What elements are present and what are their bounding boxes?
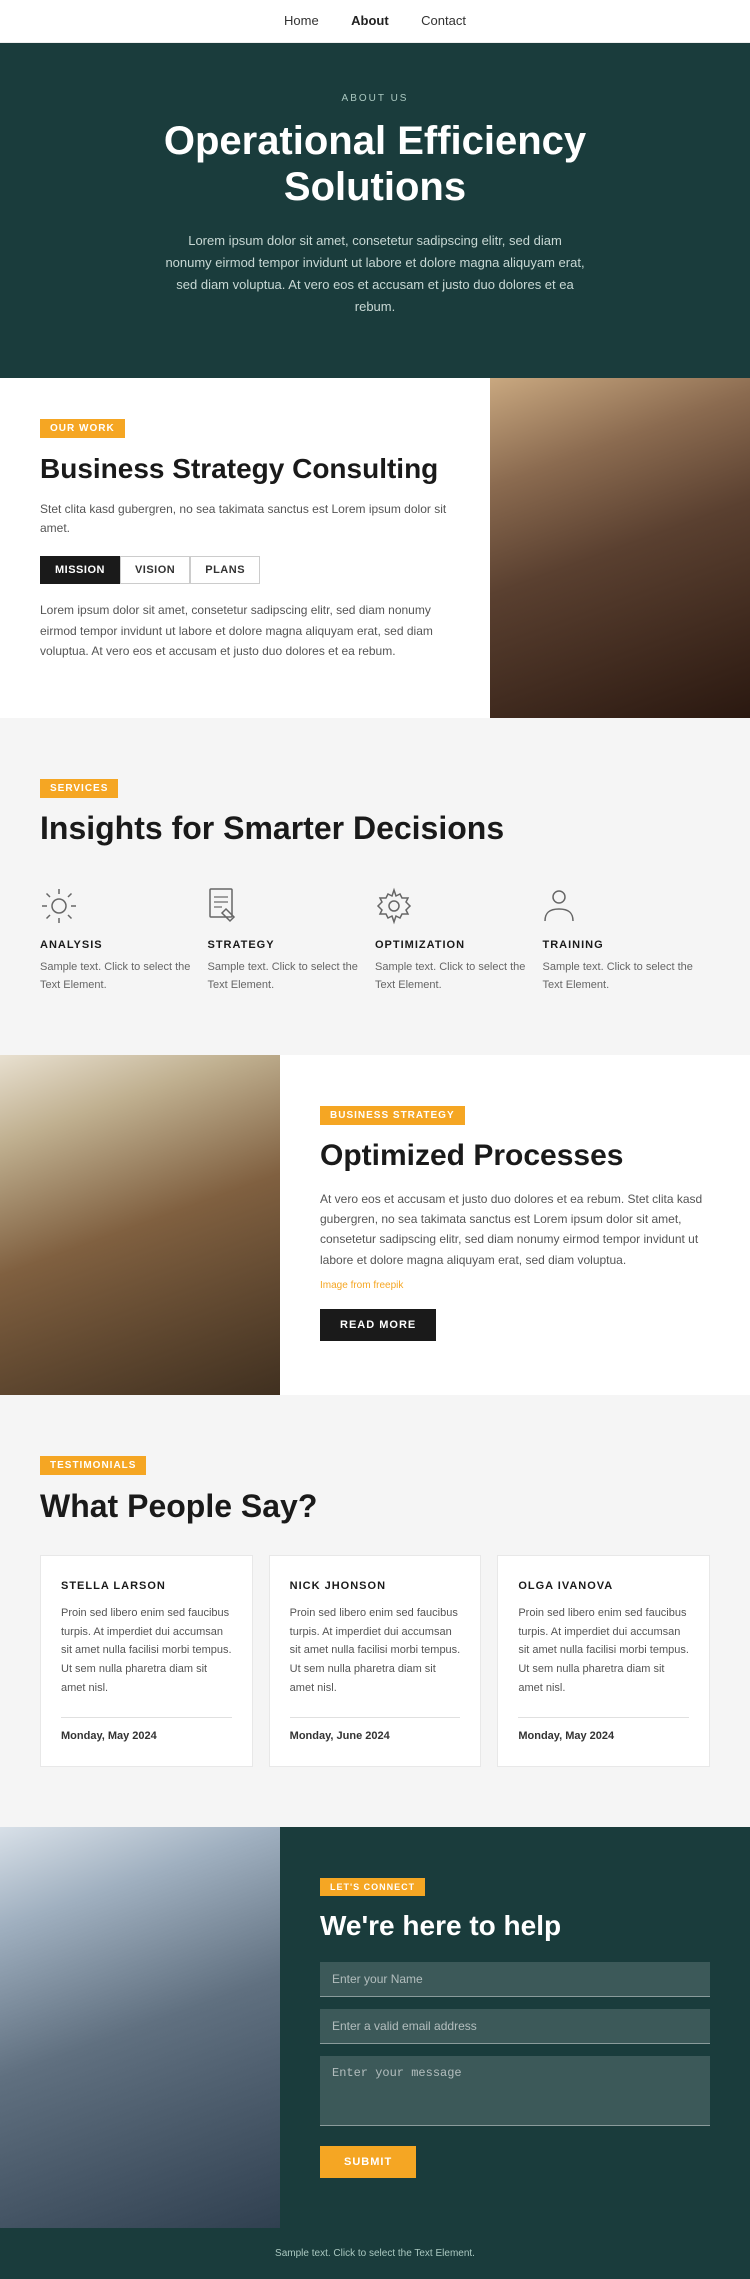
- services-section: SERVICES Insights for Smarter Decisions …: [0, 718, 750, 1054]
- services-title: Insights for Smarter Decisions: [40, 810, 710, 847]
- analysis-label: ANALYSIS: [40, 939, 198, 951]
- our-work-content: OUR WORK Business Strategy Consulting St…: [0, 378, 490, 718]
- testimonial-3-name: OLGA IVANOVA: [518, 1580, 689, 1592]
- lets-connect-badge: LET'S CONNECT: [320, 1878, 425, 1896]
- biz-content: BUSINESS STRATEGY Optimized Processes At…: [280, 1055, 750, 1395]
- submit-button[interactable]: SUBMIT: [320, 2146, 416, 2178]
- testimonials-title: What People Say?: [40, 1487, 710, 1525]
- service-strategy: STRATEGY Sample text. Click to select th…: [208, 887, 376, 994]
- testimonial-2-name: NICK JHONSON: [290, 1580, 461, 1592]
- service-optimization: OPTIMIZATION Sample text. Click to selec…: [375, 887, 543, 994]
- read-more-button[interactable]: READ MORE: [320, 1309, 436, 1341]
- our-work-image: [490, 378, 750, 718]
- hero-section: ABOUT US Operational Efficiency Solution…: [0, 43, 750, 378]
- person-icon: [543, 887, 583, 927]
- our-work-title: Business Strategy Consulting: [40, 452, 460, 486]
- email-input[interactable]: [320, 2009, 710, 2044]
- services-grid: ANALYSIS Sample text. Click to select th…: [40, 887, 710, 994]
- testimonial-1-name: STELLA LARSON: [61, 1580, 232, 1592]
- nav-contact[interactable]: Contact: [421, 13, 466, 28]
- optimization-label: OPTIMIZATION: [375, 939, 533, 951]
- name-input[interactable]: [320, 1962, 710, 1997]
- testimonial-3-text: Proin sed libero enim sed faucibus turpi…: [518, 1604, 689, 1697]
- image-credit-prefix: Image from: [320, 1280, 373, 1291]
- biz-body: At vero eos et accusam et justo duo dolo…: [320, 1189, 710, 1271]
- tab-plans[interactable]: PLANS: [190, 556, 260, 584]
- our-work-section: OUR WORK Business Strategy Consulting St…: [0, 378, 750, 718]
- biz-section: BUSINESS STRATEGY Optimized Processes At…: [0, 1055, 750, 1395]
- testimonial-3-date: Monday, May 2024: [518, 1717, 689, 1742]
- testimonial-1-date: Monday, May 2024: [61, 1717, 232, 1742]
- nav-about[interactable]: About: [351, 13, 389, 28]
- hero-title: Operational Efficiency Solutions: [120, 118, 630, 210]
- connect-image: [0, 1827, 280, 2228]
- services-badge: SERVICES: [40, 779, 118, 798]
- testimonials-badge: TESTIMONIALS: [40, 1456, 146, 1475]
- tab-vision[interactable]: VISION: [120, 556, 190, 584]
- tab-mission[interactable]: MISSION: [40, 556, 120, 584]
- connect-title: We're here to help: [320, 1910, 710, 1942]
- training-text: Sample text. Click to select the Text El…: [543, 959, 701, 994]
- biz-badge: BUSINESS STRATEGY: [320, 1106, 465, 1125]
- strategy-label: STRATEGY: [208, 939, 366, 951]
- testimonial-2-text: Proin sed libero enim sed faucibus turpi…: [290, 1604, 461, 1697]
- biz-title: Optimized Processes: [320, 1139, 710, 1173]
- footer: Sample text. Click to select the Text El…: [0, 2228, 750, 2279]
- document-icon: [208, 887, 248, 927]
- connect-section: LET'S CONNECT We're here to help SUBMIT: [0, 1827, 750, 2228]
- mission-tabs: MISSION VISION PLANS: [40, 556, 460, 584]
- optimization-text: Sample text. Click to select the Text El…: [375, 959, 533, 994]
- footer-text: Sample text. Click to select the Text El…: [40, 2248, 710, 2259]
- message-input[interactable]: [320, 2056, 710, 2126]
- testimonial-3: OLGA IVANOVA Proin sed libero enim sed f…: [497, 1555, 710, 1767]
- hero-description: Lorem ipsum dolor sit amet, consetetur s…: [165, 230, 585, 318]
- testimonial-2-date: Monday, June 2024: [290, 1717, 461, 1742]
- sun-icon: [40, 887, 80, 927]
- connect-content: LET'S CONNECT We're here to help SUBMIT: [280, 1827, 750, 2228]
- service-training: TRAINING Sample text. Click to select th…: [543, 887, 711, 994]
- service-analysis: ANALYSIS Sample text. Click to select th…: [40, 887, 208, 994]
- image-credit-link[interactable]: freepik: [373, 1280, 403, 1291]
- testimonial-2: NICK JHONSON Proin sed libero enim sed f…: [269, 1555, 482, 1767]
- strategy-text: Sample text. Click to select the Text El…: [208, 959, 366, 994]
- nav-home[interactable]: Home: [284, 13, 319, 28]
- our-work-desc: Stet clita kasd gubergren, no sea takima…: [40, 500, 460, 538]
- testimonial-1: STELLA LARSON Proin sed libero enim sed …: [40, 1555, 253, 1767]
- gear-icon: [375, 887, 415, 927]
- biz-image-credit: Image from freepik: [320, 1280, 710, 1291]
- analysis-text: Sample text. Click to select the Text El…: [40, 959, 198, 994]
- training-label: TRAINING: [543, 939, 701, 951]
- our-work-body: Lorem ipsum dolor sit amet, consetetur s…: [40, 600, 460, 661]
- testimonials-grid: STELLA LARSON Proin sed libero enim sed …: [40, 1555, 710, 1767]
- testimonials-section: TESTIMONIALS What People Say? STELLA LAR…: [0, 1395, 750, 1828]
- our-work-badge: OUR WORK: [40, 419, 125, 438]
- navigation: Home About Contact: [0, 0, 750, 43]
- hero-label: ABOUT US: [120, 93, 630, 104]
- testimonial-1-text: Proin sed libero enim sed faucibus turpi…: [61, 1604, 232, 1697]
- biz-image: [0, 1055, 280, 1395]
